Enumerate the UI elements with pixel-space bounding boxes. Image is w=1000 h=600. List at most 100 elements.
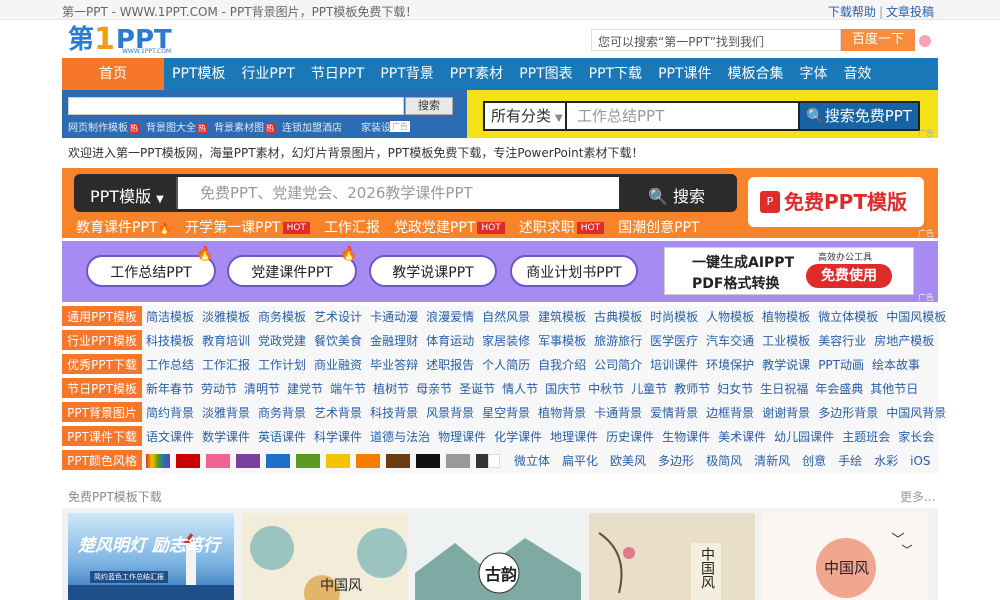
category-link[interactable]: 绘本故事 xyxy=(872,354,920,376)
category-link[interactable]: 教学说课 xyxy=(762,354,810,376)
style-link[interactable]: 扁平化 xyxy=(562,450,598,472)
category-link[interactable]: 历史课件 xyxy=(606,426,654,448)
right-search-input[interactable]: 工作总结PPT xyxy=(567,101,798,131)
quick-link[interactable]: 连锁加盟酒店 xyxy=(282,119,342,134)
category-link[interactable]: 培训课件 xyxy=(650,354,698,376)
nav-item[interactable]: PPT背景 xyxy=(372,58,441,90)
header-search-input[interactable]: 您可以搜索“第一PPT”找到我们 xyxy=(591,29,841,51)
category-link[interactable]: 中秋节 xyxy=(588,378,624,400)
left-search-button[interactable]: 搜索 xyxy=(405,97,453,115)
pill-button[interactable]: 党建课件PPT xyxy=(227,255,357,287)
category-label[interactable]: PPT背景图片 xyxy=(62,402,142,424)
style-link[interactable]: 微立体 xyxy=(514,450,550,472)
category-link[interactable]: 淡雅模板 xyxy=(202,306,250,328)
category-link[interactable]: 年会盛典 xyxy=(815,378,863,400)
category-link[interactable]: 简约背景 xyxy=(146,402,194,424)
category-link[interactable]: 房地产模板 xyxy=(874,330,934,352)
category-link[interactable]: 植树节 xyxy=(373,378,409,400)
style-link[interactable]: 水彩 xyxy=(874,450,898,472)
category-link[interactable]: 中国风模板 xyxy=(886,306,946,328)
category-link[interactable]: 儿童节 xyxy=(631,378,667,400)
category-select[interactable]: 所有分类 ▼ xyxy=(483,101,567,131)
category-link[interactable]: 卡通背景 xyxy=(594,402,642,424)
category-link[interactable]: 语文课件 xyxy=(146,426,194,448)
category-label[interactable]: 优秀PPT下载 xyxy=(62,354,142,376)
category-link[interactable]: 艺术设计 xyxy=(314,306,362,328)
color-swatch[interactable] xyxy=(476,454,488,468)
nav-item-home[interactable]: 首页 xyxy=(62,58,164,90)
category-link[interactable]: 毕业答辩 xyxy=(370,354,418,376)
category-link[interactable]: 道德与法治 xyxy=(370,426,430,448)
nav-item[interactable]: 行业PPT xyxy=(233,58,302,90)
category-link[interactable]: 英语课件 xyxy=(258,426,306,448)
category-link[interactable]: 汽车交通 xyxy=(706,330,754,352)
category-link[interactable]: 微立体模板 xyxy=(818,306,878,328)
style-link[interactable]: 欧美风 xyxy=(610,450,646,472)
search-free-ppt-button[interactable]: 🔍搜索免费PPT xyxy=(798,101,920,131)
category-link[interactable]: 边框背景 xyxy=(706,402,754,424)
template-card[interactable]: 中国风 xyxy=(762,513,928,600)
download-help-link[interactable]: 下载帮助 xyxy=(828,5,876,19)
color-swatch[interactable] xyxy=(356,454,380,468)
nav-item[interactable]: 节日PPT xyxy=(303,58,372,90)
category-link[interactable]: 母亲节 xyxy=(416,378,452,400)
category-label[interactable]: PPT课件下载 xyxy=(62,426,142,448)
color-swatch[interactable] xyxy=(416,454,440,468)
category-link[interactable]: 端午节 xyxy=(330,378,366,400)
category-link[interactable]: 幼儿园课件 xyxy=(774,426,834,448)
hot-link[interactable]: 党政党建PPT HOT xyxy=(394,217,505,237)
category-link[interactable]: 简洁模板 xyxy=(146,306,194,328)
category-link[interactable]: 生日祝福 xyxy=(760,378,808,400)
category-link[interactable]: 星空背景 xyxy=(482,402,530,424)
category-link[interactable]: 地理课件 xyxy=(550,426,598,448)
category-link[interactable]: 家长会 xyxy=(898,426,934,448)
category-link[interactable]: 金融理财 xyxy=(370,330,418,352)
template-card[interactable]: 中国风 xyxy=(589,513,755,600)
category-link[interactable]: 数学课件 xyxy=(202,426,250,448)
category-link[interactable]: PPT动画 xyxy=(818,354,864,376)
category-link[interactable]: 美术课件 xyxy=(718,426,766,448)
category-label[interactable]: 行业PPT模板 xyxy=(62,330,142,352)
category-link[interactable]: 新年春节 xyxy=(146,378,194,400)
category-link[interactable]: 物理课件 xyxy=(438,426,486,448)
template-card[interactable]: 古韵 xyxy=(415,513,581,600)
category-link[interactable]: 医学医疗 xyxy=(650,330,698,352)
category-link[interactable]: 古典模板 xyxy=(594,306,642,328)
color-swatch[interactable] xyxy=(176,454,200,468)
category-link[interactable]: 工作汇报 xyxy=(202,354,250,376)
submit-article-link[interactable]: 文章投稿 xyxy=(886,5,934,19)
hot-link[interactable]: 教育课件PPT🔥 xyxy=(76,217,171,237)
category-link[interactable]: 化学课件 xyxy=(494,426,542,448)
category-link[interactable]: 植物背景 xyxy=(538,402,586,424)
category-label[interactable]: PPT颜色风格 xyxy=(62,450,142,472)
category-link[interactable]: 工业模板 xyxy=(762,330,810,352)
hot-link[interactable]: 开学第一课PPT HOT xyxy=(185,217,310,237)
pill-button[interactable]: 商业计划书PPT xyxy=(510,255,638,287)
hot-link[interactable]: 国潮创意PPT xyxy=(618,217,699,237)
quick-link[interactable]: 背景素材图热 xyxy=(214,119,275,134)
category-link[interactable]: 工作计划 xyxy=(258,354,306,376)
category-link[interactable]: 卡通动漫 xyxy=(370,306,418,328)
category-link[interactable]: 体育运动 xyxy=(426,330,474,352)
nav-item[interactable]: PPT图表 xyxy=(511,58,580,90)
color-swatch[interactable] xyxy=(296,454,320,468)
category-link[interactable]: 生物课件 xyxy=(662,426,710,448)
category-link[interactable]: 旅游旅行 xyxy=(594,330,642,352)
category-link[interactable]: 主题班会 xyxy=(842,426,890,448)
color-swatch[interactable] xyxy=(386,454,410,468)
nav-item[interactable]: PPT下载 xyxy=(581,58,650,90)
category-link[interactable]: 建筑模板 xyxy=(538,306,586,328)
banner-search-category[interactable]: PPT模版 ▼ xyxy=(90,183,164,207)
category-link[interactable]: 个人简历 xyxy=(482,354,530,376)
nav-item[interactable]: PPT课件 xyxy=(650,58,719,90)
style-link[interactable]: 手绘 xyxy=(838,450,862,472)
category-link[interactable]: 圣诞节 xyxy=(459,378,495,400)
category-link[interactable]: 餐饮美食 xyxy=(314,330,362,352)
nav-item[interactable]: 字体 xyxy=(792,58,836,90)
category-link[interactable]: 商业融资 xyxy=(314,354,362,376)
category-link[interactable]: 家居装修 xyxy=(482,330,530,352)
category-link[interactable]: 建党节 xyxy=(287,378,323,400)
category-label[interactable]: 通用PPT模板 xyxy=(62,306,142,328)
style-link[interactable]: 极简风 xyxy=(706,450,742,472)
category-link[interactable]: 时尚模板 xyxy=(650,306,698,328)
